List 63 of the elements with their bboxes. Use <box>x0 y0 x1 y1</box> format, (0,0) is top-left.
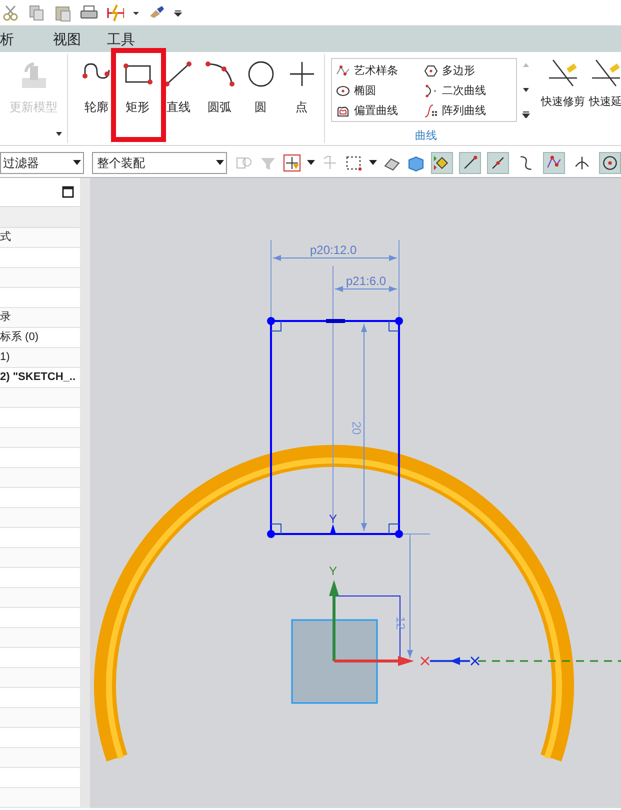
update-model-label: 更新模型 <box>10 99 58 116</box>
menu-item[interactable]: 析 <box>0 28 40 50</box>
expand-icon[interactable] <box>522 111 530 118</box>
arrowhead-icon <box>450 657 460 665</box>
tree-row[interactable]: 式 <box>0 228 80 248</box>
tool-label[interactable]: 点 <box>296 98 308 116</box>
cross-marker-icon <box>420 656 430 666</box>
arrowhead-icon <box>330 524 336 534</box>
gallery-item[interactable]: 偏置曲线 <box>354 102 398 120</box>
cross-marker-icon <box>470 656 480 666</box>
caret-icon[interactable] <box>72 160 81 165</box>
x-axis-line <box>430 660 470 662</box>
dropdown[interactable]: 过滤器 <box>0 152 84 174</box>
tree-row[interactable]: 1) <box>0 348 80 368</box>
tool-label[interactable]: 轮廓 <box>84 98 108 116</box>
arc-icon[interactable] <box>204 60 236 88</box>
dimension-label: 20 <box>350 421 363 435</box>
box-select-icon[interactable] <box>345 154 363 172</box>
polygon-curve-icon[interactable] <box>424 64 438 78</box>
caret-icon[interactable] <box>522 86 530 92</box>
gallery-item[interactable]: 阵列曲线 <box>442 102 486 120</box>
cube-icon[interactable] <box>407 154 425 172</box>
tree-row[interactable]: 录 <box>0 308 80 328</box>
scissors-icon[interactable] <box>2 4 20 22</box>
dimension-label: 12 <box>394 616 407 630</box>
tool-label[interactable]: 快速修剪 <box>541 94 585 110</box>
printer-icon[interactable] <box>80 4 98 22</box>
trim-icon[interactable] <box>547 58 579 88</box>
spline-curve-icon[interactable] <box>336 64 350 78</box>
dimension-label: p21:6.0 <box>346 275 386 287</box>
caret-icon[interactable] <box>369 160 377 165</box>
dropdown[interactable]: 整个装配 <box>92 152 227 174</box>
gallery-item[interactable]: 多边形 <box>442 62 475 80</box>
menu-item[interactable]: 工具 <box>94 28 148 50</box>
axis-label: Y <box>329 565 338 577</box>
tool-label[interactable]: 圆 <box>254 98 266 116</box>
tree-row[interactable]: 标系 (0) <box>0 328 80 348</box>
pattern-curve-icon[interactable] <box>424 104 438 118</box>
dimension-label: p20:12.0 <box>310 244 357 256</box>
caret-icon[interactable] <box>174 8 182 16</box>
select-filter-icon[interactable] <box>283 154 301 172</box>
gallery-item[interactable]: 椭圆 <box>354 82 376 100</box>
conic-curve-icon[interactable] <box>424 84 438 98</box>
tool-label[interactable]: 直线 <box>166 98 190 116</box>
tool-label[interactable]: 矩形 <box>126 98 150 116</box>
tool-label[interactable]: 圆弧 <box>208 98 232 116</box>
caret-icon[interactable] <box>307 160 315 165</box>
dimension-icon[interactable] <box>106 4 124 22</box>
menu-item[interactable]: 视图 <box>40 28 94 50</box>
offset-curve-icon[interactable] <box>336 104 350 118</box>
gallery-item[interactable]: 艺术样条 <box>354 62 398 80</box>
dimension-line <box>334 286 398 292</box>
copy-icon[interactable] <box>28 4 46 22</box>
caret-icon[interactable] <box>55 131 63 137</box>
axis-label: Y <box>329 513 338 525</box>
paste-icon[interactable] <box>54 4 72 22</box>
group-label: 曲线 <box>415 129 437 144</box>
caret-icon[interactable] <box>216 160 224 165</box>
trim-icon[interactable] <box>590 58 621 88</box>
ellipse-curve-icon[interactable] <box>336 84 350 98</box>
tool-label[interactable]: 快速延 <box>589 94 621 110</box>
maximize-icon[interactable] <box>62 186 74 198</box>
gallery-item[interactable]: 二次曲线 <box>442 82 486 100</box>
